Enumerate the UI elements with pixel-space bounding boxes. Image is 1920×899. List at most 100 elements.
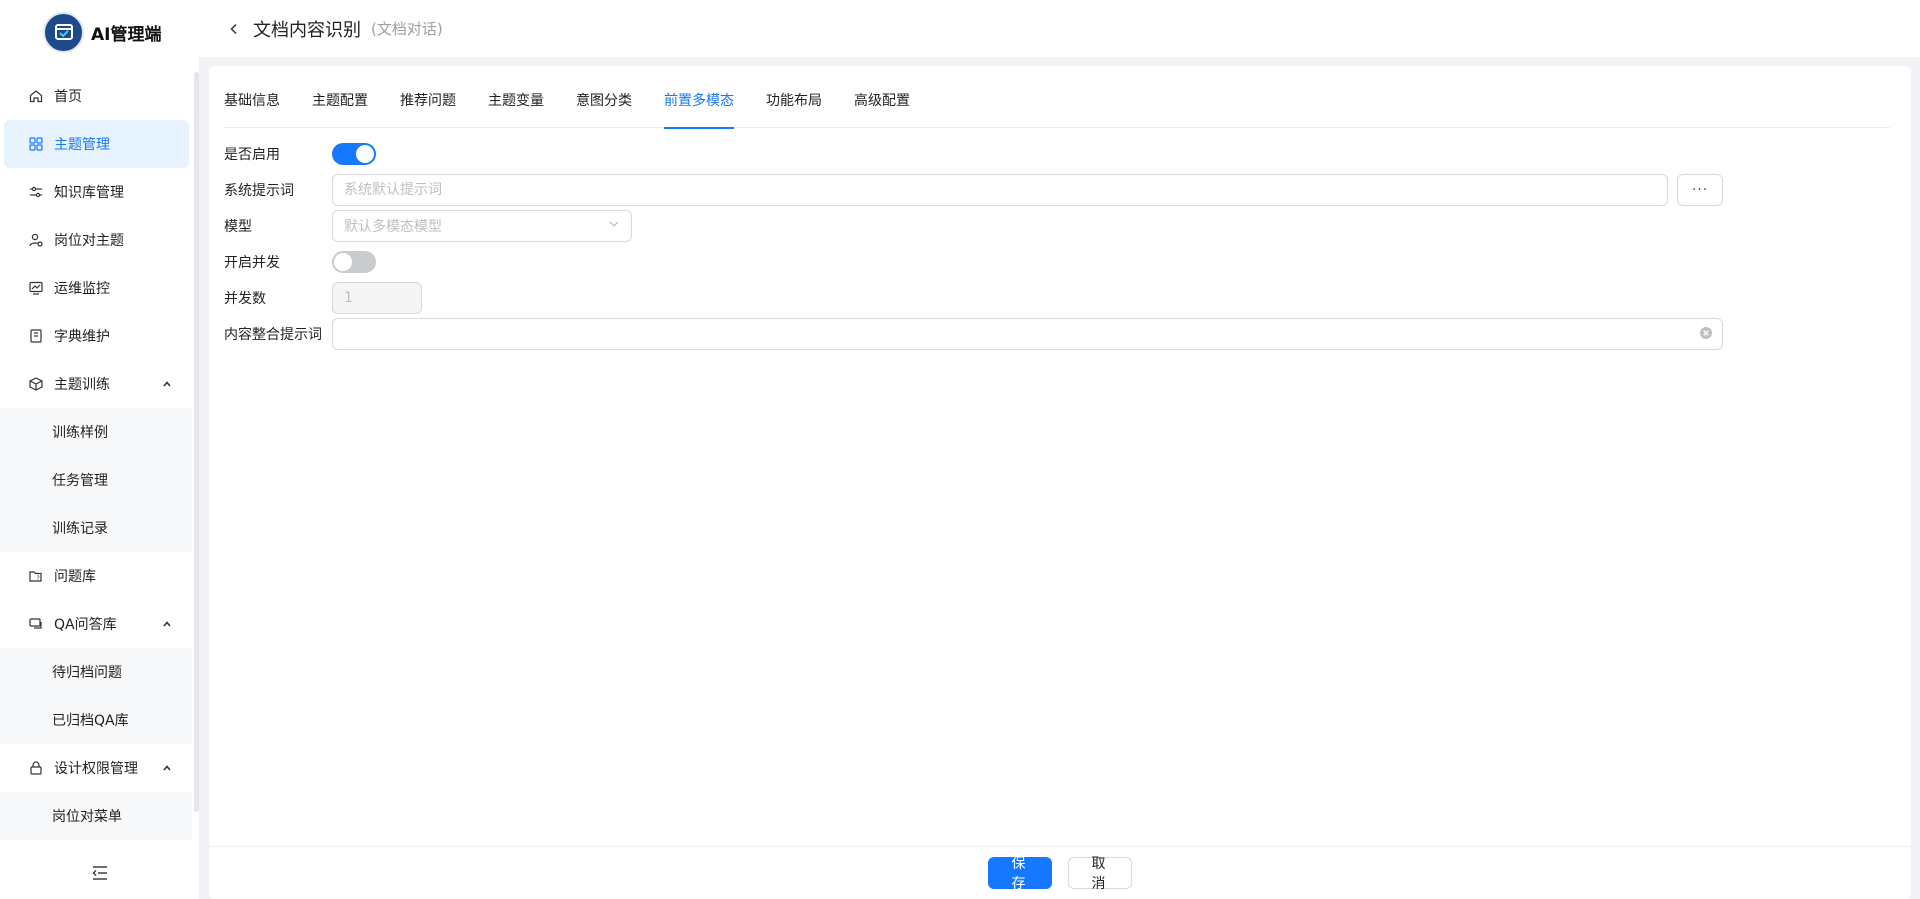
- sidebar-item-label: 待归档问题: [52, 665, 122, 681]
- sidebar-item-training-records[interactable]: 训练记录: [0, 504, 192, 552]
- tab-function-layout[interactable]: 功能布局: [766, 66, 822, 128]
- sidebar-item-label: 岗位对主题: [54, 233, 124, 249]
- form-row-concurrency: 并发数 1: [224, 282, 422, 314]
- switch-knob: [356, 145, 374, 163]
- sidebar-scrollbar[interactable]: [194, 72, 199, 812]
- sidebar-item-label: 知识库管理: [54, 185, 124, 201]
- model-select[interactable]: 默认多模态模型: [332, 210, 632, 242]
- model-select-placeholder: 默认多模态模型: [344, 219, 442, 235]
- sidebar-item-label: QA问答库: [54, 617, 117, 633]
- sidebar-item-label: 首页: [54, 89, 82, 105]
- sidebar-item-label: 任务管理: [52, 473, 108, 489]
- save-button[interactable]: 保 存: [988, 856, 1052, 892]
- model-label: 模型: [224, 219, 252, 235]
- sidebar-item-qa-bank[interactable]: QA问答库: [0, 600, 192, 648]
- lock-icon: [28, 760, 44, 776]
- concurrency-label: 并发数: [224, 291, 266, 307]
- system-prompt-label: 系统提示词: [224, 183, 294, 199]
- tab-topic-config[interactable]: 主题配置: [312, 66, 368, 128]
- form-row-concurrency-enabled: 开启并发: [224, 246, 376, 278]
- chevron-up-icon[interactable]: [162, 761, 172, 777]
- sidebar: AI管理端 首页 主题管理 知识库管理 岗位对主题 运维监控 字典维护 主题训练…: [0, 0, 199, 899]
- page-subtitle: (文档对话): [371, 20, 443, 38]
- sidebar-item-position-menu[interactable]: 岗位对菜单: [0, 792, 192, 840]
- merge-prompt-label: 内容整合提示词: [224, 327, 322, 343]
- form-row-merge-prompt: 内容整合提示词: [224, 318, 1723, 350]
- svg-text:?: ?: [37, 575, 40, 582]
- form-row-model: 模型 默认多模态模型: [224, 210, 632, 242]
- concurrency-switch[interactable]: [332, 251, 376, 273]
- sidebar-item-label: 已归档QA库: [52, 713, 129, 729]
- chat-icon: [28, 616, 44, 632]
- content-card: 基础信息 主题配置 推荐问题 主题变量 意图分类 前置多模态 功能布局 高级配置…: [209, 66, 1911, 899]
- sidebar-item-topic-management[interactable]: 主题管理: [4, 120, 189, 168]
- concurrency-value: 1: [344, 290, 353, 306]
- back-arrow-icon[interactable]: [225, 20, 243, 38]
- tab-recommended-questions[interactable]: 推荐问题: [400, 66, 456, 128]
- sidebar-item-label: 训练记录: [52, 521, 108, 537]
- clear-icon[interactable]: [1699, 326, 1713, 344]
- tab-advanced-config[interactable]: 高级配置: [854, 66, 910, 128]
- sidebar-footer: [0, 850, 199, 899]
- book-icon: [28, 328, 44, 344]
- switch-knob: [334, 253, 352, 271]
- merge-prompt-input[interactable]: [332, 318, 1723, 350]
- form-actions: 保 存 取 消: [209, 846, 1911, 899]
- cancel-button[interactable]: 取 消: [1068, 856, 1132, 892]
- tab-bar: 基础信息 主题配置 推荐问题 主题变量 意图分类 前置多模态 功能布局 高级配置: [224, 66, 1890, 129]
- tab-topic-variables[interactable]: 主题变量: [488, 66, 544, 128]
- sidebar-item-dictionary[interactable]: 字典维护: [0, 312, 192, 360]
- sidebar-item-ops-monitoring[interactable]: 运维监控: [0, 264, 192, 312]
- page-header: 文档内容识别 (文档对话): [199, 0, 1920, 57]
- user-icon: [28, 232, 44, 248]
- sidebar-item-topic-training[interactable]: 主题训练: [0, 360, 192, 408]
- sidebar-item-label: 训练样例: [52, 425, 108, 441]
- system-prompt-more-button[interactable]: ···: [1677, 174, 1723, 206]
- sidebar-item-question-bank[interactable]: ? 问题库: [0, 552, 192, 600]
- collapse-menu-icon[interactable]: [91, 865, 109, 885]
- sidebar-item-permission-management[interactable]: 设计权限管理: [0, 744, 192, 792]
- sidebar-item-label: 岗位对菜单: [52, 809, 122, 825]
- monitor-chart-icon: [28, 280, 44, 296]
- sidebar-item-label: 主题管理: [54, 137, 110, 153]
- enabled-label: 是否启用: [224, 147, 280, 163]
- sidebar-item-position-topic[interactable]: 岗位对主题: [0, 216, 192, 264]
- sidebar-item-archived-qa[interactable]: 已归档QA库: [0, 696, 192, 744]
- sidebar-item-label: 运维监控: [54, 281, 110, 297]
- app-name: AI管理端: [91, 24, 162, 45]
- sidebar-item-label: 字典维护: [54, 329, 110, 345]
- chevron-down-icon: [608, 218, 620, 234]
- sidebar-item-pending-archive[interactable]: 待归档问题: [0, 648, 192, 696]
- concurrency-enabled-label: 开启并发: [224, 255, 280, 271]
- sidebar-menu: 首页 主题管理 知识库管理 岗位对主题 运维监控 字典维护 主题训练 训练样例 …: [0, 72, 192, 850]
- submenu-permission-management: 岗位对菜单: [0, 792, 192, 840]
- chevron-up-icon[interactable]: [162, 377, 172, 393]
- system-prompt-input[interactable]: [332, 174, 1668, 206]
- tab-basic-info[interactable]: 基础信息: [224, 66, 280, 128]
- sidebar-item-label: 问题库: [54, 569, 96, 585]
- sidebar-item-label: 主题训练: [54, 377, 110, 393]
- tab-pre-multimodal[interactable]: 前置多模态: [664, 66, 734, 129]
- sidebar-item-knowledge-base[interactable]: 知识库管理: [0, 168, 192, 216]
- cube-icon: [28, 376, 44, 392]
- merge-prompt-wrapper: [332, 318, 1723, 350]
- grid-icon: [28, 136, 44, 152]
- page-title: 文档内容识别: [253, 19, 361, 41]
- concurrency-number-input[interactable]: 1: [332, 282, 422, 314]
- sidebar-item-home[interactable]: 首页: [0, 72, 192, 120]
- tab-intent-classification[interactable]: 意图分类: [576, 66, 632, 128]
- app-logo[interactable]: AI管理端: [43, 10, 161, 54]
- sidebar-item-training-samples[interactable]: 训练样例: [0, 408, 192, 456]
- more-icon: ···: [1691, 182, 1709, 198]
- sidebar-item-label: 设计权限管理: [54, 761, 138, 777]
- submenu-topic-training: 训练样例 任务管理 训练记录: [0, 408, 192, 552]
- home-icon: [28, 88, 44, 104]
- form-row-system-prompt: 系统提示词 ···: [224, 174, 1723, 206]
- folder-question-icon: ?: [28, 568, 44, 584]
- enabled-switch[interactable]: [332, 143, 376, 165]
- logo-icon: [43, 11, 84, 53]
- sliders-icon: [28, 184, 44, 200]
- form-row-enabled: 是否启用: [224, 138, 376, 170]
- chevron-up-icon[interactable]: [162, 617, 172, 633]
- sidebar-item-task-management[interactable]: 任务管理: [0, 456, 192, 504]
